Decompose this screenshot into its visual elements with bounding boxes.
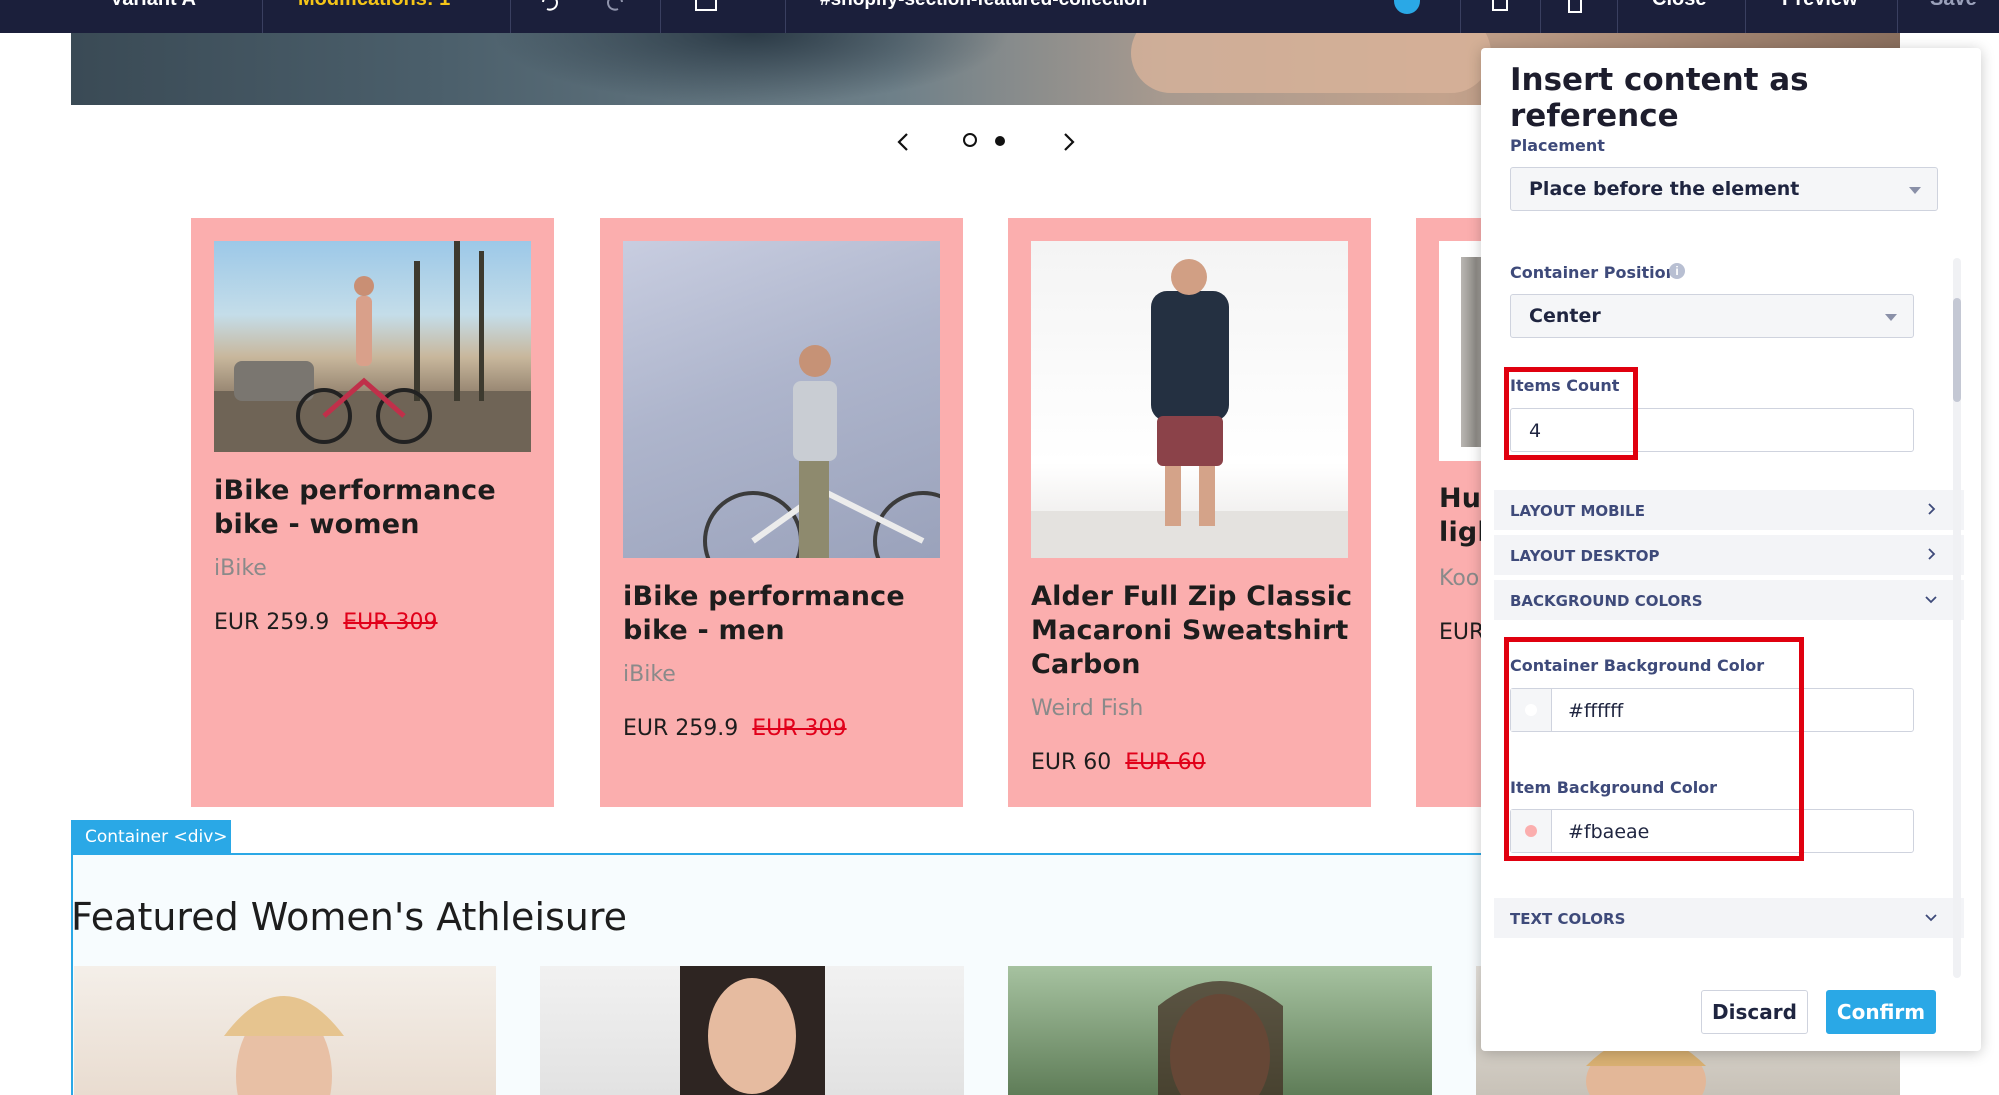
product-card[interactable]: iBike performance bike - women iBike EUR… xyxy=(191,218,554,807)
chevron-down-icon xyxy=(1909,187,1921,194)
variant-selector[interactable]: Variant A xyxy=(110,0,260,33)
insert-content-panel: Insert content as reference Placement Pl… xyxy=(1481,48,1981,1051)
section-title: Featured Women's Athleisure xyxy=(71,895,628,939)
athleisure-image[interactable] xyxy=(1008,966,1432,1095)
hero-shadow xyxy=(491,33,1011,105)
compare-price: EUR 60 xyxy=(1125,750,1206,775)
discard-button[interactable]: Discard xyxy=(1701,990,1808,1034)
sale-price: EUR 259.9 xyxy=(623,716,739,741)
chevron-right-icon xyxy=(1928,503,1936,515)
product-vendor: iBike xyxy=(623,662,676,687)
placement-label: Placement xyxy=(1510,136,1605,155)
product-title[interactable]: iBike performance bike - women xyxy=(214,474,544,542)
toolbar-divider xyxy=(1540,0,1541,33)
background-colors-highlight xyxy=(1504,637,1804,861)
slider-prev-icon[interactable] xyxy=(890,128,918,156)
product-image[interactable] xyxy=(623,241,940,558)
modifications-menu[interactable]: Modifications: 1 xyxy=(298,0,508,33)
close-label: Close xyxy=(1652,0,1706,11)
slider-next-icon[interactable] xyxy=(1054,128,1082,156)
slider-dot-1[interactable] xyxy=(963,133,977,147)
save-label: Save xyxy=(1930,0,1977,11)
container-position-label: Container Position xyxy=(1510,263,1677,282)
product-price: EUR xyxy=(1439,620,1485,645)
save-button[interactable]: Save xyxy=(1930,0,1999,33)
toolbar-divider xyxy=(1897,0,1898,33)
items-count-highlight xyxy=(1504,367,1638,460)
chevron-down-icon xyxy=(1885,314,1897,321)
product-title-partial-2[interactable]: ligh xyxy=(1439,516,1486,550)
redo-icon[interactable] xyxy=(600,0,630,33)
layout-mobile-label: LAYOUT MOBILE xyxy=(1510,502,1645,520)
text-colors-label: TEXT COLORS xyxy=(1510,910,1626,928)
panel-title: Insert content as reference xyxy=(1510,62,1809,134)
toolbar-divider xyxy=(1745,0,1746,33)
toolbar-divider xyxy=(262,0,263,33)
product-image[interactable] xyxy=(214,241,531,452)
editor-toolbar: Variant A Modifications: 1 #shopify-sect… xyxy=(0,0,1999,33)
section-name-label: #shopify-section-featured-collection xyxy=(820,0,1147,11)
container-position-select[interactable]: Center xyxy=(1510,294,1914,338)
variant-label: Variant A xyxy=(110,0,196,11)
product-price: EUR 259.9 EUR 309 xyxy=(214,610,438,635)
sale-price: EUR 259.9 xyxy=(214,610,330,635)
chevron-right-icon xyxy=(1928,548,1936,560)
product-price: EUR 60 EUR 60 xyxy=(1031,750,1206,775)
product-card[interactable]: iBike performance bike - men iBike EUR 2… xyxy=(600,218,963,807)
background-colors-label: BACKGROUND COLORS xyxy=(1510,592,1703,610)
compare-price: EUR 309 xyxy=(343,610,438,635)
hero-hand-detail xyxy=(1131,33,1491,93)
toolbar-divider xyxy=(510,0,511,33)
toolbar-divider xyxy=(785,0,786,33)
chevron-down-icon xyxy=(1925,596,1937,604)
background-colors-section[interactable]: BACKGROUND COLORS xyxy=(1494,580,1964,620)
product-title[interactable]: Alder Full Zip Classic Macaroni Sweatshi… xyxy=(1031,580,1361,682)
toolbar-divider xyxy=(1617,0,1618,33)
product-price: EUR 259.9 EUR 309 xyxy=(623,716,847,741)
compare-price: EUR 309 xyxy=(752,716,847,741)
sale-price: EUR 60 xyxy=(1031,750,1112,775)
mobile-icon[interactable] xyxy=(1560,0,1590,33)
toolbar-divider xyxy=(1460,0,1461,33)
preview-label: Preview xyxy=(1782,0,1858,11)
product-vendor: Koo xyxy=(1439,566,1480,591)
product-title-partial[interactable]: Hu xyxy=(1439,482,1486,516)
toolbar-divider xyxy=(660,0,661,33)
image-icon[interactable] xyxy=(690,0,740,33)
placement-select[interactable]: Place before the element xyxy=(1510,167,1938,211)
scrollbar-thumb[interactable] xyxy=(1953,298,1961,402)
product-vendor: iBike xyxy=(214,556,267,581)
section-name[interactable]: #shopify-section-featured-collection xyxy=(820,0,1200,33)
container-position-value: Center xyxy=(1529,305,1601,327)
product-vendor: Weird Fish xyxy=(1031,696,1144,721)
device-icon[interactable] xyxy=(1485,0,1515,33)
notification-badge[interactable] xyxy=(1394,0,1420,14)
modifications-label: Modifications: 1 xyxy=(298,0,450,11)
chevron-down-icon xyxy=(1925,914,1937,922)
layout-mobile-section[interactable]: LAYOUT MOBILE xyxy=(1494,490,1964,530)
info-icon[interactable]: i xyxy=(1669,263,1685,279)
product-card[interactable]: Hu ligh Koo EUR xyxy=(1416,218,1486,807)
product-image[interactable] xyxy=(1439,241,1486,461)
preview-button[interactable]: Preview xyxy=(1782,0,1892,33)
placement-value: Place before the element xyxy=(1529,178,1800,200)
layout-desktop-section[interactable]: LAYOUT DESKTOP xyxy=(1494,535,1964,575)
text-colors-section[interactable]: TEXT COLORS xyxy=(1494,898,1964,938)
slider-dot-2[interactable] xyxy=(995,136,1005,146)
athleisure-image[interactable] xyxy=(540,966,964,1095)
product-image[interactable] xyxy=(1031,241,1348,558)
close-button[interactable]: Close xyxy=(1652,0,1732,33)
panel-scrollbar[interactable] xyxy=(1953,258,1961,978)
product-title[interactable]: iBike performance bike - men xyxy=(623,580,953,648)
athleisure-image[interactable] xyxy=(74,966,496,1095)
confirm-button[interactable]: Confirm xyxy=(1826,990,1936,1034)
undo-icon[interactable] xyxy=(535,0,565,33)
container-tag[interactable]: Container <div> xyxy=(71,820,231,854)
layout-desktop-label: LAYOUT DESKTOP xyxy=(1510,547,1660,565)
product-card[interactable]: Alder Full Zip Classic Macaroni Sweatshi… xyxy=(1008,218,1371,807)
